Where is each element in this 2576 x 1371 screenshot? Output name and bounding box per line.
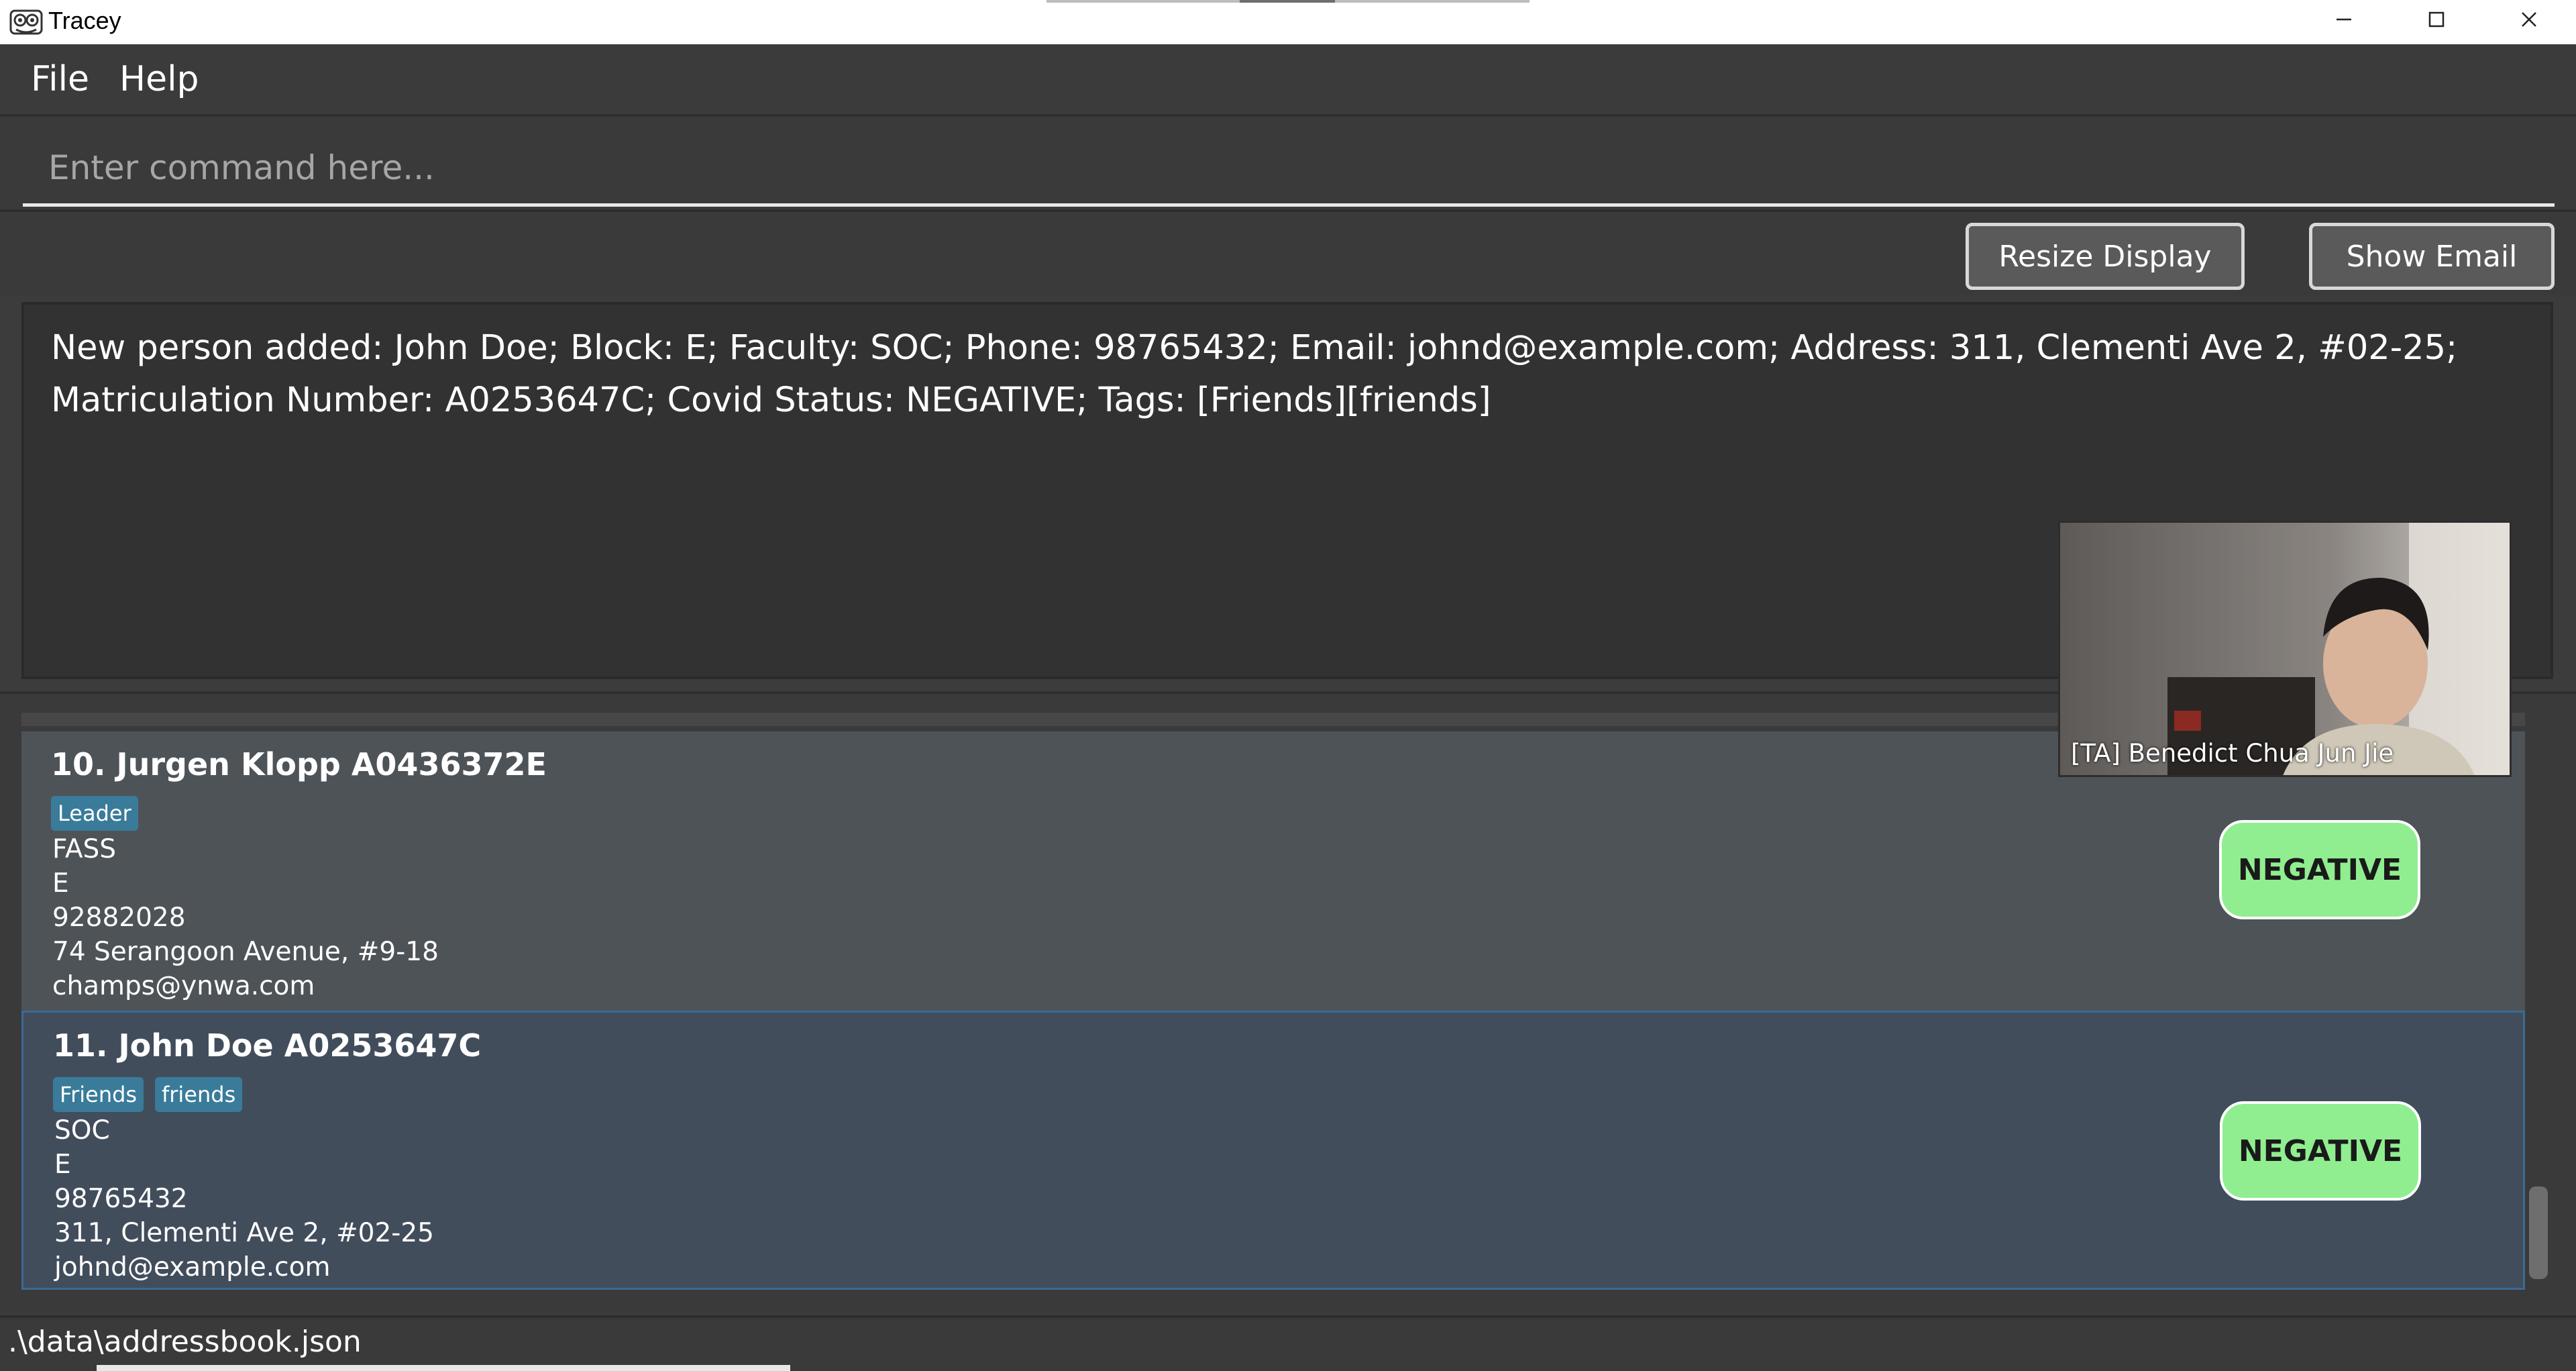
close-button[interactable] [2482,0,2576,39]
minimize-button[interactable] [2297,0,2391,39]
person-faculty: SOC [54,1115,110,1146]
app-logo-icon [9,5,43,36]
person-faculty: FASS [52,834,117,864]
close-icon [2522,12,2536,27]
person-block: E [54,1150,71,1180]
person-phone: 98765432 [54,1184,188,1214]
minimize-icon [2337,18,2351,21]
tag-badge: Leader [51,796,138,831]
person-name: 11. John Doe A0253647C [53,1027,482,1064]
resize-display-button[interactable]: Resize Display [1966,223,2245,290]
person-list-panel[interactable]: 10. Jurgen Klopp A0436372E Leader FASS E… [0,691,2576,1313]
menu-file[interactable]: File [31,44,89,114]
person-email: champs@ynwa.com [52,971,315,1001]
person-name: 10. Jurgen Klopp A0436372E [51,746,547,782]
person-address: 311, Clementi Ave 2, #02-25 [54,1218,434,1248]
tag-badge: friends [155,1077,243,1112]
show-email-button[interactable]: Show Email [2309,223,2555,290]
command-input[interactable] [23,132,2555,207]
tag-badge: Friends [53,1077,144,1112]
data-file-path: .\data\addressbook.json [8,1325,362,1359]
participant-name: [TA] Benedict Chua Jun Jie [2071,739,2394,768]
video-call-tile[interactable]: [TA] Benedict Chua Jun Jie [2058,521,2512,777]
status-bar: .\data\addressbook.json [0,1315,2576,1371]
menu-bar: File Help [0,44,2576,117]
person-address: 74 Serangoon Avenue, #9-18 [52,937,439,967]
person-block: E [52,868,69,899]
covid-status-badge: NEGATIVE [2219,820,2420,919]
person-phone: 92882028 [52,903,186,933]
maximize-button[interactable] [2390,0,2483,39]
scrollbar-thumb[interactable] [2529,1186,2548,1279]
screen-share-indicator-active [1240,0,1335,3]
maximize-icon [2428,11,2445,28]
title-bar: Tracey [0,0,2576,44]
menu-help[interactable]: Help [119,44,199,114]
covid-status-badge: NEGATIVE [2220,1101,2421,1201]
window-title: Tracey [48,7,121,34]
person-card-selected[interactable]: 11. John Doe A0253647C Friends friends S… [21,1011,2525,1290]
taskbar-indicator [97,1365,790,1371]
person-email: johnd@example.com [54,1252,331,1282]
button-row: Resize Display Show Email [0,215,2576,295]
command-panel [0,118,2576,212]
